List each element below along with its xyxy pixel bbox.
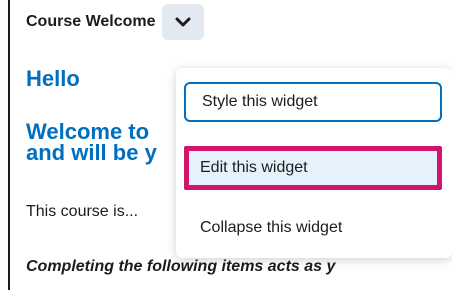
menu-item-label: Collapse this widget [200,219,343,236]
welcome-line-1: Welcome to [26,119,150,144]
chevron-down-icon [175,17,191,27]
course-description: This course is... [26,203,139,220]
widget-title: Course Welcome [26,13,156,30]
menu-item-style-widget[interactable]: Style this widget [184,82,442,122]
widget-dropdown-menu: Style this widget Edit this widget Colla… [176,68,452,258]
widget-heading: Hello [26,66,80,91]
menu-item-collapse-widget[interactable]: Collapse this widget [184,208,442,248]
menu-item-edit-widget[interactable]: Edit this widget [184,146,442,190]
widget-menu-button[interactable] [161,4,204,40]
menu-item-label: Edit this widget [200,159,308,176]
course-instructions: Completing the following items acts as y [26,258,336,275]
welcome-line-2: and will be y [26,140,157,165]
menu-item-label: Style this widget [202,93,318,110]
widget-header: Course Welcome [10,0,452,44]
